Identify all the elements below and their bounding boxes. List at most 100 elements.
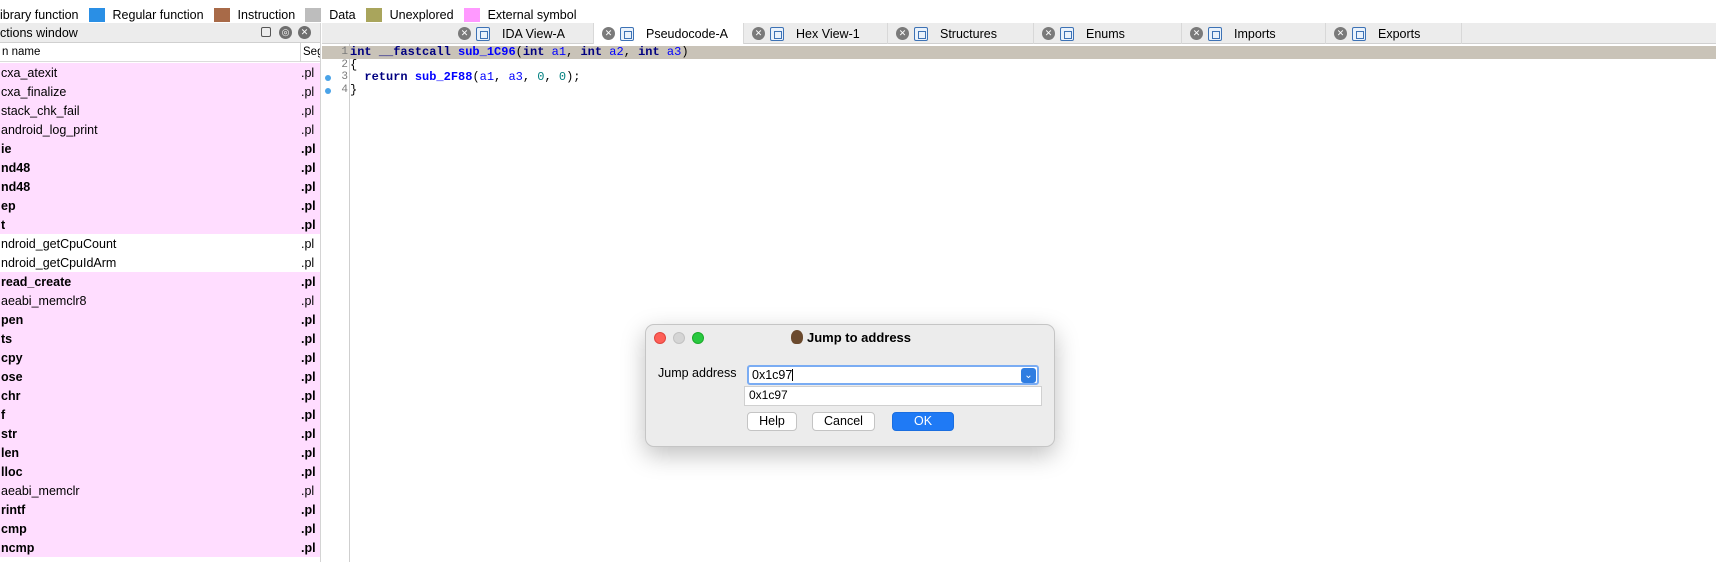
function-row[interactable]: aeabi_memclr .pl bbox=[0, 481, 320, 500]
function-row[interactable]: ose .pl bbox=[0, 367, 320, 386]
chevron-down-icon[interactable]: ⌄ bbox=[1021, 368, 1036, 383]
column-segment[interactable]: Seg bbox=[300, 42, 320, 62]
function-row[interactable]: nd48 .pl bbox=[0, 177, 320, 196]
function-row[interactable]: ts .pl bbox=[0, 329, 320, 348]
functions-list: cxa_atexit .pl cxa_finalize .pl stack_chk_fa… bbox=[0, 63, 320, 557]
function-name: aeabi_memclr bbox=[1, 483, 80, 498]
help-button[interactable]: Help bbox=[747, 412, 797, 431]
tab-imports[interactable]: ✕ Imports bbox=[1182, 23, 1326, 44]
functions-window-title: ctions window bbox=[0, 25, 78, 40]
function-row[interactable]: nd48 .pl bbox=[0, 158, 320, 177]
function-row[interactable]: ndroid_getCpuIdArm .pl bbox=[0, 253, 320, 272]
function-row[interactable]: rintf .pl bbox=[0, 500, 320, 519]
tab-enums[interactable]: ✕ Enums bbox=[1034, 23, 1182, 44]
function-segment: .pl bbox=[301, 293, 315, 308]
ok-button[interactable]: OK bbox=[892, 412, 954, 431]
legend-item: Data bbox=[295, 8, 356, 22]
line-number-gutter bbox=[322, 44, 350, 562]
function-name: aeabi_memclr8 bbox=[1, 293, 87, 308]
tab-close-icon[interactable]: ✕ bbox=[896, 27, 909, 40]
function-name: rintf bbox=[1, 502, 26, 517]
code-line[interactable]: 1 int __fastcall sub_1C96(int a1, int a2,… bbox=[322, 46, 1716, 59]
tab-close-icon[interactable]: ✕ bbox=[458, 27, 471, 40]
tab-close-icon[interactable]: ✕ bbox=[1042, 27, 1055, 40]
function-segment: .pl bbox=[301, 141, 316, 156]
breakpoint-dot-icon[interactable] bbox=[325, 87, 331, 94]
function-segment: .pl bbox=[301, 540, 316, 555]
function-row[interactable]: str .pl bbox=[0, 424, 320, 443]
line-number: 1 bbox=[341, 46, 348, 58]
function-row[interactable]: ep .pl bbox=[0, 196, 320, 215]
function-row[interactable]: cxa_finalize .pl bbox=[0, 82, 320, 101]
function-segment: .pl bbox=[301, 388, 316, 403]
text-cursor bbox=[792, 369, 794, 381]
function-row[interactable]: cpy .pl bbox=[0, 348, 320, 367]
function-segment: .pl bbox=[301, 464, 316, 479]
tab-close-icon[interactable]: ✕ bbox=[752, 27, 765, 40]
function-name: ndroid_getCpuIdArm bbox=[1, 255, 117, 270]
function-row[interactable]: android_log_print .pl bbox=[0, 120, 320, 139]
tab-close-icon[interactable]: ✕ bbox=[1334, 27, 1347, 40]
function-segment: .pl bbox=[301, 179, 316, 194]
legend-swatch bbox=[88, 8, 105, 22]
legend-label: Regular function bbox=[112, 8, 204, 22]
tab-hex-view-1[interactable]: ✕ Hex View-1 bbox=[744, 23, 888, 44]
function-row[interactable]: cmp .pl bbox=[0, 519, 320, 538]
function-segment: .pl bbox=[301, 103, 315, 118]
function-segment: .pl bbox=[301, 483, 315, 498]
tab-label: Imports bbox=[1234, 26, 1276, 41]
tab-label: Structures bbox=[940, 26, 997, 41]
tab-exports[interactable]: ✕ Exports bbox=[1326, 23, 1462, 44]
function-name: pen bbox=[1, 312, 24, 327]
function-row[interactable]: pen .pl bbox=[0, 310, 320, 329]
function-row[interactable]: f .pl bbox=[0, 405, 320, 424]
function-row[interactable]: chr .pl bbox=[0, 386, 320, 405]
jump-address-input[interactable]: 0x1c97 ⌄ bbox=[747, 365, 1039, 385]
function-row[interactable]: lloc .pl bbox=[0, 462, 320, 481]
tab-close-icon[interactable]: ✕ bbox=[602, 27, 615, 40]
float-icon[interactable]: ◎ bbox=[279, 26, 292, 39]
function-row[interactable]: t .pl bbox=[0, 215, 320, 234]
legend-label: Data bbox=[329, 8, 356, 22]
tab-ida-view-a[interactable]: ✕ IDA View-A bbox=[450, 23, 594, 44]
exports-icon bbox=[1352, 26, 1366, 41]
function-row[interactable]: ndroid_getCpuCount .pl bbox=[0, 234, 320, 253]
code-line[interactable]: 3 return sub_2F88(a1, a3, 0, 0); bbox=[322, 71, 1716, 84]
code-line[interactable]: 4} bbox=[322, 83, 1716, 97]
function-row[interactable]: len .pl bbox=[0, 443, 320, 462]
legend-label: ibrary function bbox=[0, 8, 79, 22]
jump-to-address-dialog: Jump to address Jump address 0x1c97 ⌄ 0x… bbox=[645, 324, 1055, 447]
function-name: len bbox=[1, 445, 20, 460]
breakpoint-dot-icon[interactable] bbox=[325, 75, 331, 81]
function-row[interactable]: ie .pl bbox=[0, 139, 320, 158]
hex-view-icon bbox=[770, 26, 784, 41]
legend-label: External symbol bbox=[487, 8, 577, 22]
tab-close-icon[interactable]: ✕ bbox=[1190, 27, 1203, 40]
function-name: str bbox=[1, 426, 17, 441]
restore-icon[interactable] bbox=[261, 27, 271, 37]
column-function-name[interactable]: n name bbox=[0, 46, 296, 58]
pseudocode-icon bbox=[620, 26, 634, 41]
tab-label: Hex View-1 bbox=[796, 26, 860, 41]
function-row[interactable]: stack_chk_fail .pl bbox=[0, 101, 320, 120]
function-row[interactable]: aeabi_memclr8 .pl bbox=[0, 291, 320, 310]
dropdown-option[interactable]: 0x1c97 bbox=[749, 388, 788, 402]
pseudocode-view[interactable]: 1 int __fastcall sub_1C96(int a1, int a2,… bbox=[322, 44, 1716, 562]
function-name: ts bbox=[1, 331, 13, 346]
function-row[interactable]: ncmp .pl bbox=[0, 538, 320, 557]
function-name: cxa_finalize bbox=[1, 84, 67, 99]
tab-pseudocode-a[interactable]: ✕ Pseudocode-A bbox=[594, 23, 744, 44]
close-icon[interactable]: ✕ bbox=[298, 26, 311, 39]
tab-structures[interactable]: ✕ Structures bbox=[888, 23, 1034, 44]
color-legend: ibrary function Regular function Instructi… bbox=[0, 5, 1716, 25]
function-name: ndroid_getCpuCount bbox=[1, 236, 117, 251]
imports-icon bbox=[1208, 26, 1222, 41]
function-row[interactable]: read_create .pl bbox=[0, 272, 320, 291]
dialog-title-text: Jump to address bbox=[806, 330, 912, 345]
function-name: nd48 bbox=[1, 179, 31, 194]
jump-address-label: Jump address bbox=[658, 366, 737, 380]
function-name: chr bbox=[1, 388, 21, 403]
function-row[interactable]: cxa_atexit .pl bbox=[0, 63, 320, 82]
cancel-button[interactable]: Cancel bbox=[812, 412, 875, 431]
legend-label: Instruction bbox=[237, 8, 296, 22]
